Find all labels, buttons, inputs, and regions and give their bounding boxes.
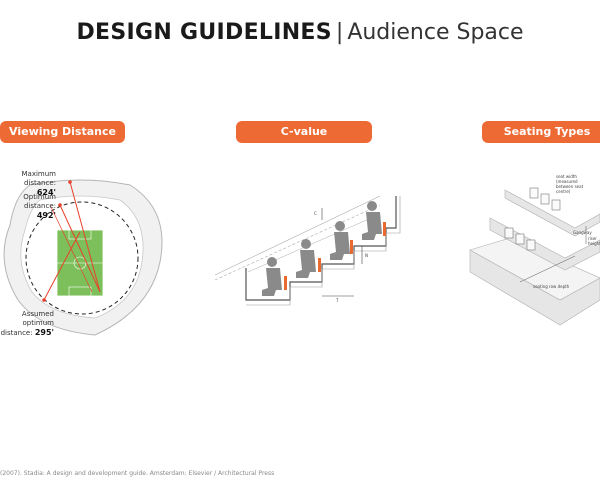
seating-types-diagram: [469, 187, 600, 326]
row-depth-note: seating row depth: [533, 284, 570, 289]
assumed-distance-text-2: distance:: [0, 329, 33, 337]
max-distance-text: Maximum distance:: [21, 170, 57, 187]
assumed-distance-text-1: Assumed optimum: [21, 310, 54, 327]
seat-width-note: seat width (measured between seat centre…: [556, 174, 584, 194]
n-letter: N: [365, 253, 368, 258]
seat-2: [318, 258, 321, 272]
seat-1: [284, 276, 287, 290]
spectator-figure-3: [330, 221, 350, 260]
c-value-diagram: [214, 195, 401, 306]
max-seat-dot: [68, 180, 72, 184]
optimum-distance-text: Optimum distance:: [23, 193, 56, 210]
sightline-2: [214, 204, 381, 281]
gangway-note: Gangway: [573, 230, 592, 235]
c-letter: C: [314, 211, 317, 216]
diagrams-canvas: [3, 179, 600, 336]
assumed-seat-dot: [42, 298, 46, 302]
sightline-1: [214, 195, 381, 276]
optimum-distance-label: Optimum distance: 492': [0, 193, 56, 221]
opt-seat-dot: [58, 203, 62, 207]
spectator-figure-1: [262, 257, 282, 296]
spectator-figure-2: [296, 239, 316, 278]
assumed-distance-value: 295': [34, 328, 54, 337]
assumed-distance-label: Assumed optimum distance: 295': [0, 310, 54, 338]
row-height-note: riser height: [588, 236, 600, 246]
seat-3: [350, 240, 353, 254]
t-letter: T: [336, 298, 339, 303]
seat-4: [383, 222, 386, 236]
optimum-distance-value: 492': [36, 211, 56, 220]
citation-footer: (2007). Stadia: A design and development…: [0, 470, 275, 477]
